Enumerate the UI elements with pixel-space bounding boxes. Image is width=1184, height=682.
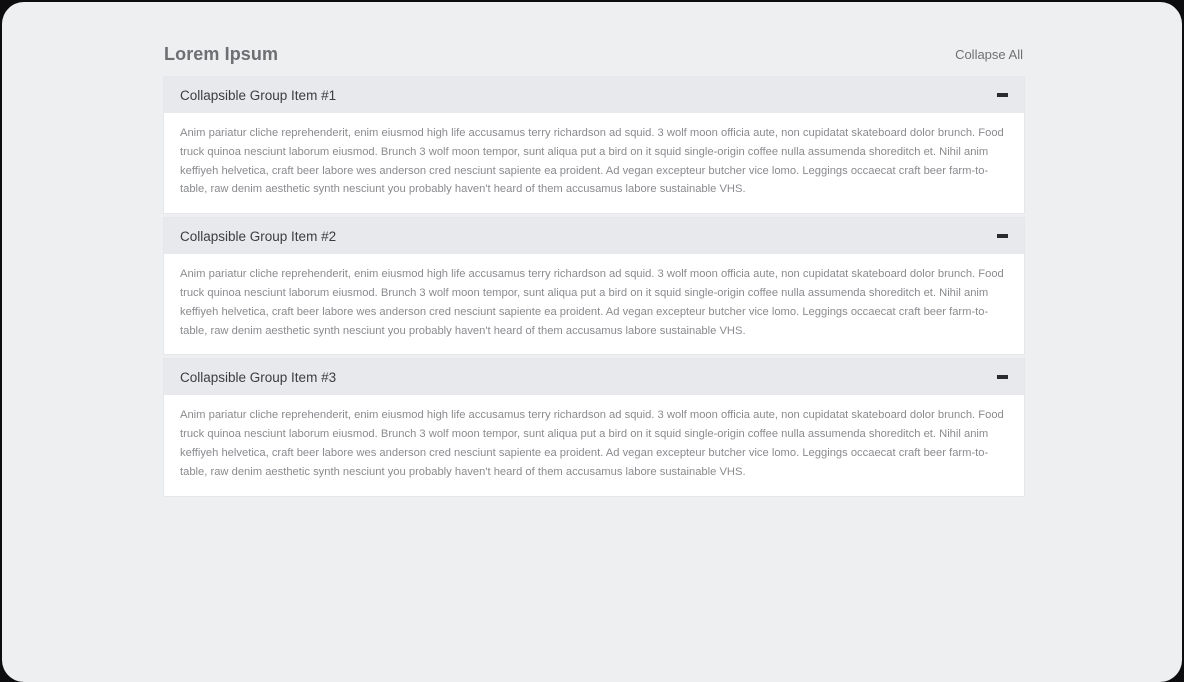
panel-title-1: Collapsible Group Item #1 [180,87,337,103]
collapse-all-link[interactable]: Collapse All [955,47,1024,62]
panel-header-2[interactable]: Collapsible Group Item #2 [164,218,1024,255]
minus-icon[interactable] [997,234,1008,239]
panel-title-2: Collapsible Group Item #2 [180,228,337,244]
accordion-panel-3: Collapsible Group Item #3 Anim pariatur … [164,359,1024,496]
page-title: Lorem Ipsum [164,43,279,64]
panel-header-1[interactable]: Collapsible Group Item #1 [164,77,1024,113]
app-window: Lorem Ipsum Collapse All Collapsible Gro… [2,2,1182,682]
panel-body-3: Anim pariatur cliche reprehenderit, enim… [180,409,1004,478]
accordion-panel-1: Collapsible Group Item #1 Anim pariatur … [164,77,1024,214]
minus-icon[interactable] [997,93,1008,97]
minus-icon[interactable] [997,375,1008,380]
panel-header-3[interactable]: Collapsible Group Item #3 [164,359,1024,396]
panel-body-2: Anim pariatur cliche reprehenderit, enim… [180,268,1004,337]
accordion-container: Lorem Ipsum Collapse All Collapsible Gro… [164,40,1024,501]
accordion-panel-2: Collapsible Group Item #2 Anim pariatur … [164,218,1024,355]
panel-body-1: Anim pariatur cliche reprehenderit, enim… [180,127,1004,196]
page-header: Lorem Ipsum Collapse All [164,40,1024,68]
panel-title-3: Collapsible Group Item #3 [180,369,337,385]
